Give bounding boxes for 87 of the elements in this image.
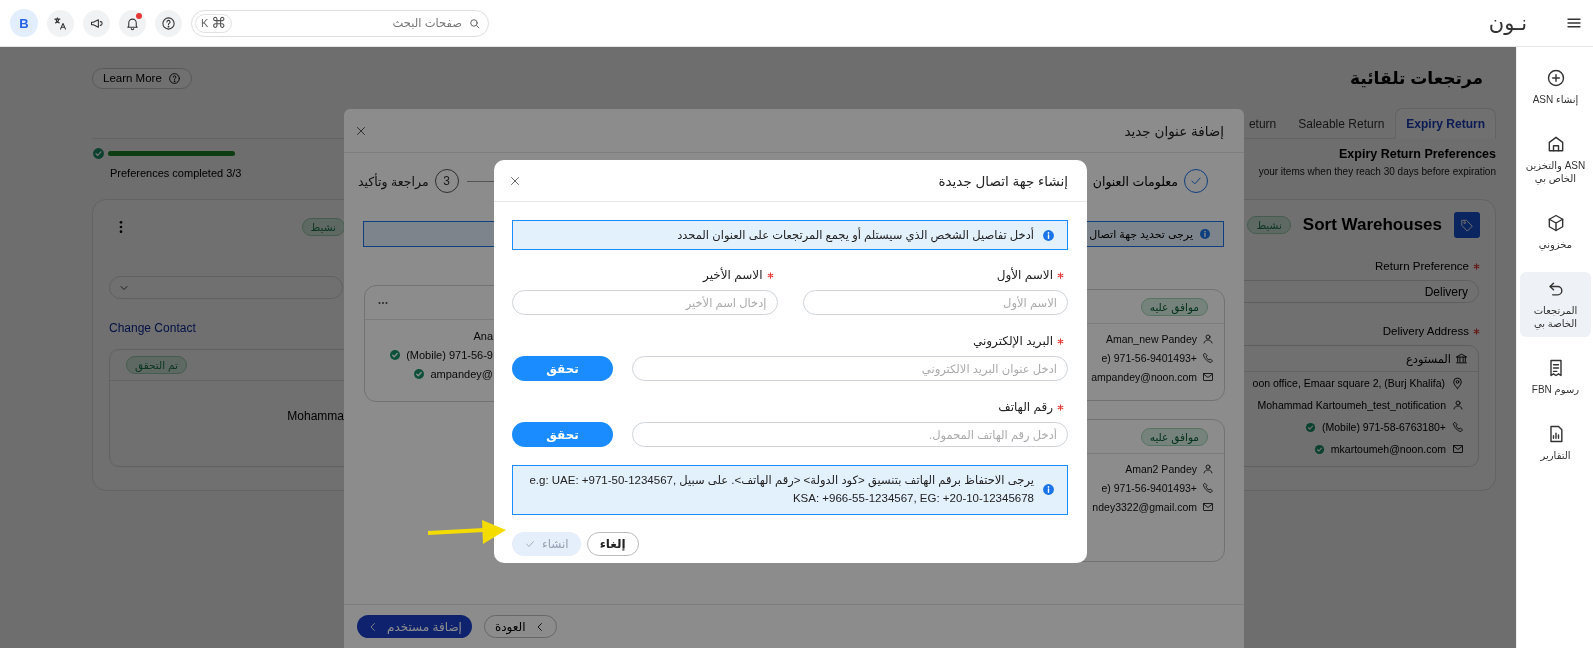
plus-circle-icon xyxy=(1545,68,1566,88)
command-symbol: ⌘ xyxy=(211,14,227,32)
sidebar-item[interactable]: رسوم FBN xyxy=(1520,351,1591,403)
status-badge: نشيط xyxy=(301,218,345,236)
phone-icon xyxy=(1452,421,1464,433)
bank-icon xyxy=(1455,352,1468,365)
input-field[interactable]: أدخل رقم الهاتف المحمول. xyxy=(632,422,1068,447)
input-field[interactable]: إدخال اسم الأخير xyxy=(512,290,778,315)
help-icon xyxy=(161,15,176,31)
verify-button[interactable]: تحقق xyxy=(512,422,613,447)
contact-phone: (Mobile) 971-58-6763180+ xyxy=(1321,421,1446,433)
dialog-title: إنشاء جهة اتصال جديدة xyxy=(938,172,1068,189)
phone-icon xyxy=(1202,482,1214,494)
field-label: الاسم الأخير xyxy=(703,268,763,282)
sidebar-item[interactable]: ASN والتخزين الخاص بي xyxy=(1520,127,1591,192)
verify-button[interactable]: تحقق xyxy=(512,356,613,381)
warehouse-name: Sort Warehouses xyxy=(1302,215,1442,235)
field-label: Delivery Address xyxy=(1382,325,1469,337)
verified-badge: تم التحقق xyxy=(126,356,187,374)
help-icon xyxy=(167,71,181,85)
check-circle-icon xyxy=(92,147,105,160)
info-icon xyxy=(1042,228,1055,242)
step-label: مراجعة وتأكيد xyxy=(358,173,429,189)
step-label: معلومات العنوان xyxy=(1092,173,1178,189)
tag-icon xyxy=(1454,212,1480,238)
logo: نـون xyxy=(1488,11,1527,35)
approved-badge: موافق عليه xyxy=(1140,297,1208,316)
contact-phone: e) 971-56-9401493+ xyxy=(1101,352,1197,364)
approved-badge: موافق عليه xyxy=(1140,427,1208,446)
field-label: رقم الهاتف xyxy=(998,400,1053,414)
sidebar-item[interactable]: التقارير xyxy=(1520,417,1591,469)
progress-label: Preferences completed 3/3 xyxy=(110,167,242,179)
sidebar-item[interactable]: مخزوني xyxy=(1520,206,1591,258)
notifications-button[interactable] xyxy=(119,9,146,37)
user-icon xyxy=(1202,463,1214,475)
address-text: oon office, Emaar square 2, (Burj Khalifa) xyxy=(1252,377,1445,389)
contact-phone: (Mobile) 971-56-9 xyxy=(406,349,493,361)
hint-banner: يرجى الاحتفاظ برقم الهاتف بتنسيق <كود الدولة> <رقم الهاتف>. على سبيل e.g: UAE: +971-50-1234567, KSA: +966-55-1234567, EG: +20-10-12345678 xyxy=(512,465,1068,515)
notice-banner: أدخل تفاصيل الشخص الذي سيستلم أو يجمع المرتجعات على العنوان المحدد xyxy=(512,220,1068,250)
contact-email: ndey3322@gmail.com xyxy=(1092,501,1197,513)
cancel-button[interactable]: إلغاء xyxy=(586,531,639,556)
field-label: الاسم الأول xyxy=(996,268,1053,282)
user-icon xyxy=(1202,333,1214,345)
announcements-button[interactable] xyxy=(83,9,110,37)
search-icon xyxy=(468,16,481,30)
avatar[interactable]: B xyxy=(10,9,38,37)
contact-name: Mohamma xyxy=(286,409,344,423)
back-button[interactable]: العودة xyxy=(483,615,557,638)
section-subtitle: your items when they reach 30 days before expiration xyxy=(1258,166,1496,177)
mail-icon xyxy=(1452,443,1464,455)
field-label: Return Preference xyxy=(1375,260,1469,272)
change-contact-link[interactable]: Change Contact xyxy=(109,321,345,335)
contact-email: mkartoumeh@noon.com xyxy=(1330,443,1446,455)
info-icon xyxy=(1199,228,1211,240)
user-icon xyxy=(1452,399,1464,411)
page-title: مرتجعات تلقائية xyxy=(1349,67,1483,89)
mail-icon xyxy=(1202,371,1214,383)
contact-phone: e) 971-56-9401493+ xyxy=(1101,482,1197,494)
status-badge: نشيط xyxy=(1247,216,1291,234)
input-field[interactable]: الاسم الأول xyxy=(802,290,1068,315)
address-type: المستودع xyxy=(1406,351,1451,366)
contact-name: Aman_new Pandey xyxy=(1105,333,1197,345)
mail-icon xyxy=(1202,501,1214,513)
bell-icon xyxy=(125,15,140,31)
add-user-button[interactable]: إضافة مستخدم xyxy=(357,615,472,638)
sidebar-item[interactable]: إنشاء ASN xyxy=(1520,61,1591,113)
dialog-title: إضافة عنوان جديد xyxy=(1124,122,1224,139)
learn-more-button[interactable]: Learn More xyxy=(92,67,192,89)
contact-email: ampandey@ xyxy=(430,368,493,380)
sidebar-item[interactable]: المرتجعات الخاصة بي xyxy=(1520,272,1591,337)
contact-email: ampandey@noon.com xyxy=(1091,371,1197,383)
field-label: البريد الإلكتروني xyxy=(972,334,1053,348)
contact-name: Mohammad Kartoumeh_test_notification xyxy=(1257,399,1446,411)
shortcut-key: K xyxy=(201,17,209,29)
tab[interactable]: Saleable Return xyxy=(1287,108,1396,139)
info-icon xyxy=(1042,483,1055,497)
contact-name: Aman2 Pandey xyxy=(1125,463,1197,475)
help-button[interactable] xyxy=(155,9,182,37)
section-title: Expiry Return Preferences xyxy=(1339,147,1496,161)
tab[interactable]: Expiry Return xyxy=(1395,108,1496,139)
translate-icon xyxy=(53,15,68,31)
location-pin-icon xyxy=(1451,376,1464,390)
create-button: انشاء xyxy=(512,531,581,556)
language-button[interactable] xyxy=(47,9,74,37)
input-field[interactable]: ادخل عنوان البريد الالكتروني xyxy=(632,356,1068,381)
phone-icon xyxy=(1202,352,1214,364)
contact-name: Ana xyxy=(473,330,493,342)
